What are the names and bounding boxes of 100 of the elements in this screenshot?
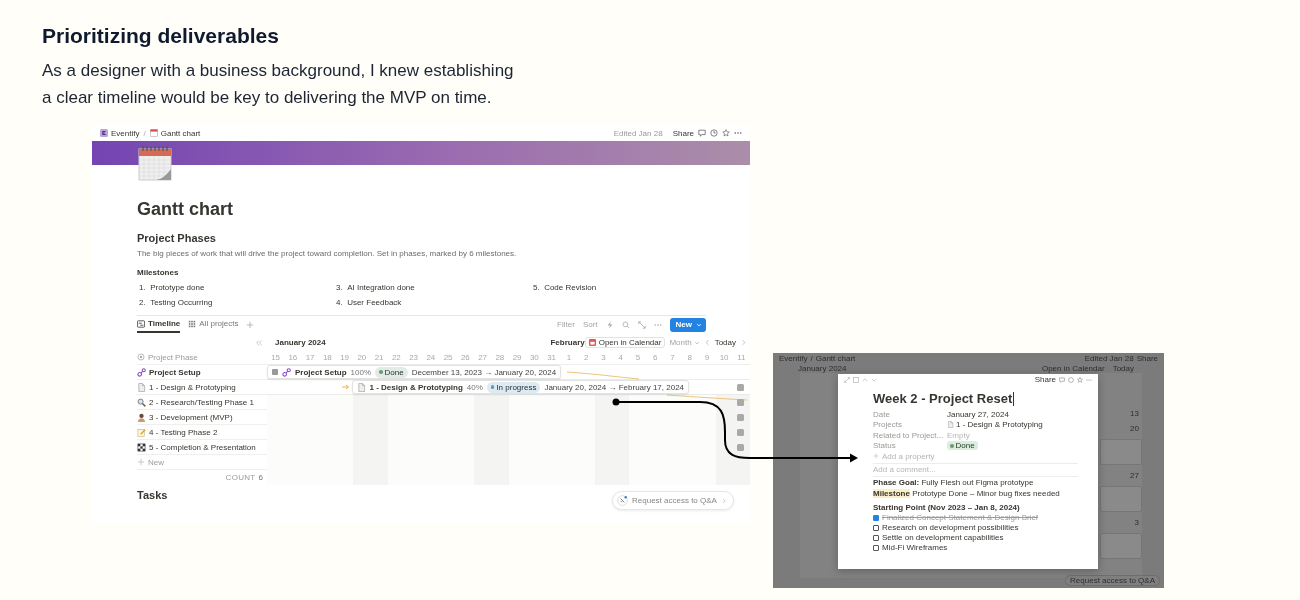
share-button[interactable]: Share bbox=[1034, 375, 1056, 384]
diagonal-arrows-icon[interactable] bbox=[637, 320, 646, 329]
collapse-icon[interactable] bbox=[255, 338, 263, 347]
bar-title: Project Setup bbox=[295, 367, 347, 377]
calendar-icon bbox=[149, 129, 158, 137]
bolt-icon[interactable] bbox=[605, 320, 614, 329]
phase-item[interactable]: 1 - Design & Prototyping bbox=[149, 382, 236, 392]
open-calendar-button[interactable]: Open in Calendar bbox=[584, 337, 666, 348]
checklist-item: Research on development possibilities bbox=[882, 523, 1019, 532]
add-view-icon[interactable] bbox=[246, 320, 255, 329]
dependency-arrow-icon bbox=[341, 384, 349, 390]
count-label: COUNT bbox=[225, 473, 256, 482]
day-number: 5 bbox=[634, 352, 642, 362]
chevron-left-icon[interactable] bbox=[703, 339, 711, 346]
phase-goal-text: Phase Goal: Fully Flesh out Figma prototype bbox=[873, 477, 1035, 488]
share-button[interactable]: Share bbox=[672, 128, 694, 138]
status-tag: In progress bbox=[486, 381, 541, 393]
section-heading: Tasks bbox=[137, 489, 168, 502]
page-icon[interactable] bbox=[853, 376, 859, 383]
link-icon bbox=[282, 367, 291, 377]
view-tab[interactable]: Timeline bbox=[137, 316, 181, 333]
open-row-icon[interactable] bbox=[737, 384, 744, 391]
day-number: 19 bbox=[339, 352, 351, 362]
day-number: 16 bbox=[287, 352, 299, 362]
property-value[interactable]: 1 - Design & Prototyping bbox=[947, 420, 1043, 430]
day-number: 7 bbox=[669, 352, 676, 362]
today-button[interactable]: Today bbox=[714, 338, 736, 347]
request-access-button[interactable]: Request access to Q&A bbox=[612, 491, 734, 510]
caret-icon bbox=[693, 339, 700, 346]
day-number: 10 bbox=[718, 352, 730, 362]
sparkle-icon bbox=[617, 495, 628, 506]
chevron-right-icon bbox=[720, 497, 727, 504]
day-number: 25 bbox=[442, 352, 454, 362]
day-number: 2 bbox=[582, 352, 590, 362]
add-icon[interactable] bbox=[137, 458, 145, 466]
checklist-heading: Starting Point (Nov 2023 – Jan 8, 2024) bbox=[873, 502, 1021, 513]
view-tab[interactable]: All projects bbox=[188, 316, 239, 333]
add-icon[interactable] bbox=[873, 453, 879, 460]
day-number: 21 bbox=[373, 352, 385, 362]
section-heading: Project Phases bbox=[137, 231, 217, 245]
timeline-bar[interactable]: Project Setup 100% Done December 13, 2023 → January 20, 2024 bbox=[267, 365, 562, 379]
checklist-item: Finalized Concept Statement & Design Brief bbox=[882, 513, 1039, 522]
request-access-button[interactable]: Request access to Q&A bbox=[1065, 575, 1160, 586]
checkbox[interactable] bbox=[873, 524, 879, 531]
calendar-icon bbox=[588, 339, 596, 346]
chevron-right-icon[interactable] bbox=[740, 339, 747, 346]
star-icon[interactable] bbox=[1077, 376, 1083, 383]
expand-icon[interactable] bbox=[844, 376, 850, 383]
page-icon bbox=[137, 382, 146, 392]
phase-item[interactable]: Project Setup bbox=[149, 367, 201, 377]
checkbox[interactable] bbox=[873, 534, 879, 541]
checkbox[interactable] bbox=[873, 544, 879, 551]
open-row-icon[interactable] bbox=[737, 399, 744, 406]
clock-icon[interactable] bbox=[710, 129, 718, 137]
property-label: Related to Project... bbox=[873, 430, 945, 440]
open-row-icon[interactable] bbox=[737, 444, 744, 451]
open-row-icon[interactable] bbox=[737, 414, 744, 421]
memo-icon bbox=[137, 427, 146, 437]
milestone-item: 5. Code Revision bbox=[533, 283, 598, 292]
open-row-icon[interactable] bbox=[737, 429, 744, 436]
phase-item[interactable]: 5 - Completion & Presentation bbox=[149, 442, 256, 452]
day-number: 28 bbox=[494, 352, 506, 362]
more-icon[interactable] bbox=[734, 129, 742, 137]
checklist-item: Mid-Fi Wireframes bbox=[882, 543, 948, 552]
day-number: 23 bbox=[408, 352, 420, 362]
checkbox[interactable] bbox=[873, 514, 879, 521]
breadcrumb-link[interactable]: Eventify bbox=[111, 128, 140, 138]
phase-item[interactable]: 3 - Development (MVP) bbox=[149, 412, 233, 422]
status-tag[interactable]: Done bbox=[947, 441, 978, 451]
phase-item[interactable]: 2 - Research/Testing Phase 1 bbox=[149, 397, 254, 407]
chevron-down-icon[interactable] bbox=[871, 376, 877, 383]
timeline-bar[interactable]: 1 - Design & Prototyping 40% In progress January 20, 2024 → February 17, 2024 bbox=[351, 380, 690, 394]
progress-text: 40% bbox=[466, 382, 483, 392]
chevron-up-icon[interactable] bbox=[862, 376, 868, 383]
comment-icon[interactable] bbox=[1059, 376, 1065, 383]
caret-icon bbox=[696, 321, 702, 328]
expand-icon[interactable] bbox=[272, 369, 278, 375]
day-number: 15 bbox=[270, 352, 282, 362]
breadcrumb-separator: / bbox=[810, 353, 813, 363]
clock-icon[interactable] bbox=[1068, 376, 1074, 383]
property-label: Status bbox=[873, 441, 897, 451]
star-icon[interactable] bbox=[722, 129, 730, 137]
phase-item[interactable]: 4 - Testing Phase 2 bbox=[149, 427, 218, 437]
day-number: 3 bbox=[1133, 518, 1140, 528]
day-number: 27 bbox=[1129, 471, 1140, 481]
comment-icon[interactable] bbox=[698, 129, 706, 137]
page-title: Gantt chart bbox=[137, 198, 234, 220]
new-button[interactable]: New bbox=[669, 317, 706, 332]
milestone-text: Milestone Prototype Done – Minor bug fixes needed bbox=[873, 488, 1061, 499]
search-icon[interactable] bbox=[621, 320, 630, 329]
task-title: Week 2 - Project Reset bbox=[873, 391, 1013, 407]
column-header: Project Phase bbox=[148, 352, 198, 362]
breadcrumb-link[interactable]: Gantt chart bbox=[160, 128, 201, 138]
breadcrumb-separator: / bbox=[143, 128, 146, 138]
day-number: 8 bbox=[686, 352, 693, 362]
bar-title: 1 - Design & Prototyping bbox=[369, 382, 463, 392]
page-icon bbox=[947, 421, 954, 429]
day-number: 1 bbox=[565, 352, 573, 362]
day-number: 20 bbox=[356, 352, 368, 362]
day-number: 20 bbox=[1129, 424, 1140, 434]
